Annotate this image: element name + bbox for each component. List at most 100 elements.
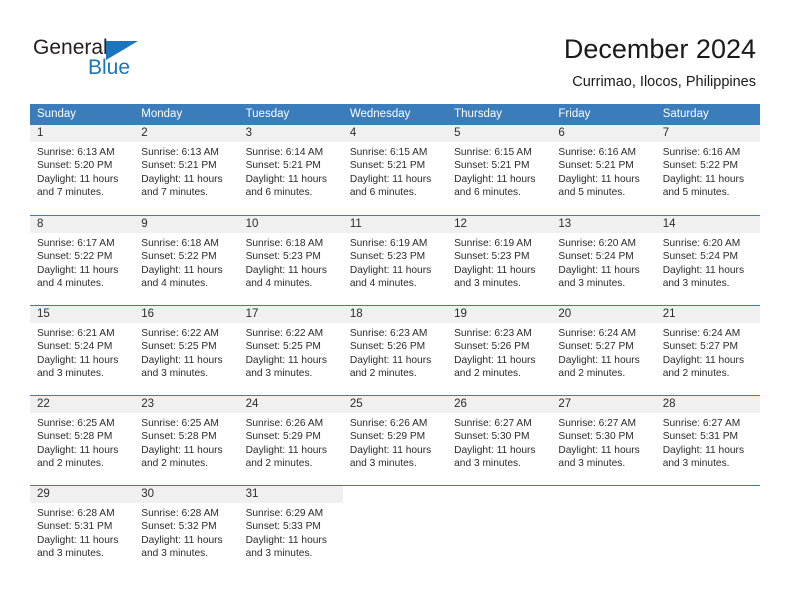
- sunrise-text: Sunrise: 6:21 AM: [37, 328, 115, 339]
- sunset-text: Sunset: 5:23 PM: [245, 251, 321, 263]
- day-cell[interactable]: 20 Sunrise: 6:24 AM Sunset: 5:27 PM Dayligh…: [551, 306, 656, 395]
- day-cell[interactable]: 26 Sunrise: 6:27 AM Sunset: 5:30 PM Dayligh…: [447, 396, 552, 485]
- day-number: [551, 486, 655, 503]
- sunset-text: Sunset: 5:24 PM: [558, 251, 634, 263]
- day-number: 29: [30, 486, 135, 503]
- day-info: Sunrise: 6:23 AM Sunset: 5:26 PM Daylight:…: [343, 323, 447, 380]
- sunrise-text: Sunrise: 6:26 AM: [349, 418, 428, 429]
- day-cell[interactable]: 14 Sunrise: 6:20 AM Sunset: 5:24 PM Dayligh…: [655, 216, 760, 305]
- day-number: 26: [447, 396, 552, 413]
- day-cell[interactable]: 28 Sunrise: 6:27 AM Sunset: 5:31 PM Dayligh…: [655, 396, 760, 485]
- day-cell[interactable]: 10 Sunrise: 6:18 AM Sunset: 5:23 PM Dayligh…: [238, 216, 343, 305]
- day-cell[interactable]: 13 Sunrise: 6:20 AM Sunset: 5:24 PM Dayligh…: [551, 216, 656, 305]
- daylight-text-line1: Daylight: 11 hours: [245, 444, 327, 456]
- day-info: Sunrise: 6:23 AM Sunset: 5:26 PM Daylight:…: [447, 323, 551, 380]
- day-info: Sunrise: 6:18 AM Sunset: 5:22 PM Daylight:…: [134, 233, 238, 290]
- day-cell[interactable]: 17 Sunrise: 6:22 AM Sunset: 5:25 PM Dayligh…: [238, 306, 343, 395]
- daylight-text-line1: Daylight: 11 hours: [349, 354, 432, 366]
- day-cell-empty: [447, 486, 551, 575]
- daylight-text-line1: Daylight: 11 hours: [558, 444, 640, 456]
- day-cell[interactable]: 2 Sunrise: 6:13 AM Sunset: 5:21 PM Daylight…: [134, 125, 239, 215]
- brand-logo[interactable]: General Blue: [33, 36, 233, 86]
- sunrise-text: Sunrise: 6:13 AM: [141, 147, 219, 158]
- sunset-text: Sunset: 5:25 PM: [245, 341, 321, 353]
- day-cell[interactable]: 16 Sunrise: 6:22 AM Sunset: 5:25 PM Dayligh…: [134, 306, 239, 395]
- day-cell[interactable]: 6 Sunrise: 6:16 AM Sunset: 5:21 PM Daylight…: [551, 125, 656, 215]
- day-number: 22: [30, 396, 135, 413]
- sunrise-text: Sunrise: 6:27 AM: [558, 418, 636, 429]
- daylight-text-line2: and 7 minutes.: [37, 186, 104, 198]
- day-info: [551, 503, 655, 507]
- day-cell[interactable]: 31 Sunrise: 6:29 AM Sunset: 5:33 PM Dayligh…: [238, 486, 343, 575]
- sunrise-text: Sunrise: 6:18 AM: [141, 238, 219, 249]
- sunrise-text: Sunrise: 6:20 AM: [662, 238, 741, 249]
- daylight-text-line2: and 6 minutes.: [349, 186, 417, 198]
- sunrise-text: Sunrise: 6:22 AM: [141, 328, 219, 339]
- day-number: 28: [655, 396, 760, 413]
- day-number: 2: [134, 125, 239, 142]
- day-cell[interactable]: 7 Sunrise: 6:16 AM Sunset: 5:22 PM Daylight…: [655, 125, 760, 215]
- day-info: Sunrise: 6:14 AM Sunset: 5:21 PM Daylight:…: [239, 142, 343, 199]
- day-cell[interactable]: 24 Sunrise: 6:26 AM Sunset: 5:29 PM Dayligh…: [238, 396, 343, 485]
- sunrise-text: Sunrise: 6:24 AM: [662, 328, 741, 339]
- sunset-text: Sunset: 5:21 PM: [141, 160, 217, 172]
- day-number: 30: [134, 486, 239, 503]
- daylight-text-line2: and 3 minutes.: [662, 277, 730, 289]
- daylight-text-line2: and 3 minutes.: [37, 547, 104, 559]
- sunset-text: Sunset: 5:29 PM: [349, 431, 426, 443]
- day-cell[interactable]: 30 Sunrise: 6:28 AM Sunset: 5:32 PM Dayligh…: [134, 486, 239, 575]
- day-cell[interactable]: 9 Sunrise: 6:18 AM Sunset: 5:22 PM Daylight…: [134, 216, 239, 305]
- week-row: 22 Sunrise: 6:25 AM Sunset: 5:28 PM Dayligh…: [30, 395, 760, 485]
- day-cell[interactable]: 5 Sunrise: 6:15 AM Sunset: 5:21 PM Daylight…: [447, 125, 552, 215]
- sunset-text: Sunset: 5:23 PM: [454, 251, 530, 263]
- day-number: 3: [238, 125, 343, 142]
- day-cell[interactable]: 19 Sunrise: 6:23 AM Sunset: 5:26 PM Dayligh…: [447, 306, 552, 395]
- day-info: Sunrise: 6:20 AM Sunset: 5:24 PM Daylight:…: [551, 233, 655, 290]
- day-number: 16: [134, 306, 239, 323]
- day-number: 21: [655, 306, 760, 323]
- sunset-text: Sunset: 5:23 PM: [349, 251, 426, 263]
- day-cell[interactable]: 1 Sunrise: 6:13 AM Sunset: 5:20 PM Daylight…: [30, 125, 135, 215]
- day-cell[interactable]: 12 Sunrise: 6:19 AM Sunset: 5:23 PM Dayligh…: [447, 216, 552, 305]
- day-number: 14: [655, 216, 760, 233]
- sunrise-text: Sunrise: 6:27 AM: [454, 418, 532, 429]
- day-number: 5: [447, 125, 552, 142]
- day-cell[interactable]: 25 Sunrise: 6:26 AM Sunset: 5:29 PM Dayligh…: [342, 396, 448, 485]
- day-cell[interactable]: 21 Sunrise: 6:24 AM Sunset: 5:27 PM Dayligh…: [655, 306, 760, 395]
- day-cell[interactable]: 23 Sunrise: 6:25 AM Sunset: 5:28 PM Dayligh…: [134, 396, 239, 485]
- title-block: December 2024 Currimao, Ilocos, Philippi…: [564, 32, 756, 91]
- day-cell[interactable]: 22 Sunrise: 6:25 AM Sunset: 5:28 PM Dayligh…: [30, 396, 135, 485]
- day-cell[interactable]: 4 Sunrise: 6:15 AM Sunset: 5:21 PM Daylight…: [342, 125, 448, 215]
- daylight-text-line1: Daylight: 11 hours: [141, 264, 223, 276]
- sunrise-text: Sunrise: 6:17 AM: [37, 238, 115, 249]
- day-cell[interactable]: 15 Sunrise: 6:21 AM Sunset: 5:24 PM Dayligh…: [30, 306, 135, 395]
- day-number: 24: [238, 396, 343, 413]
- day-info: Sunrise: 6:13 AM Sunset: 5:21 PM Daylight:…: [134, 142, 238, 199]
- daylight-text-line1: Daylight: 11 hours: [662, 173, 745, 185]
- daylight-text-line2: and 3 minutes.: [245, 367, 313, 379]
- day-info: Sunrise: 6:16 AM Sunset: 5:22 PM Daylight:…: [656, 142, 760, 199]
- sunset-text: Sunset: 5:21 PM: [558, 160, 634, 172]
- sunrise-text: Sunrise: 6:25 AM: [141, 418, 219, 429]
- day-info: Sunrise: 6:27 AM Sunset: 5:30 PM Daylight:…: [551, 413, 655, 470]
- day-number: 1: [30, 125, 135, 142]
- daylight-text-line1: Daylight: 11 hours: [245, 354, 327, 366]
- sunrise-text: Sunrise: 6:27 AM: [662, 418, 741, 429]
- day-cell[interactable]: 11 Sunrise: 6:19 AM Sunset: 5:23 PM Dayligh…: [342, 216, 448, 305]
- sunrise-text: Sunrise: 6:15 AM: [349, 147, 428, 158]
- day-cell[interactable]: 3 Sunrise: 6:14 AM Sunset: 5:21 PM Daylight…: [238, 125, 343, 215]
- week-row: 29 Sunrise: 6:28 AM Sunset: 5:31 PM Dayligh…: [30, 485, 760, 575]
- sunset-text: Sunset: 5:21 PM: [454, 160, 530, 172]
- day-info: Sunrise: 6:15 AM Sunset: 5:21 PM Daylight:…: [447, 142, 551, 199]
- sunrise-text: Sunrise: 6:14 AM: [245, 147, 324, 158]
- day-cell-empty: [656, 486, 760, 575]
- day-cell[interactable]: 29 Sunrise: 6:28 AM Sunset: 5:31 PM Dayligh…: [30, 486, 135, 575]
- day-cell[interactable]: 8 Sunrise: 6:17 AM Sunset: 5:22 PM Daylight…: [30, 216, 135, 305]
- daylight-text-line1: Daylight: 11 hours: [558, 354, 640, 366]
- day-cell[interactable]: 27 Sunrise: 6:27 AM Sunset: 5:30 PM Dayligh…: [551, 396, 656, 485]
- day-info: Sunrise: 6:19 AM Sunset: 5:23 PM Daylight:…: [447, 233, 551, 290]
- sunrise-text: Sunrise: 6:16 AM: [662, 147, 741, 158]
- daylight-text-line1: Daylight: 11 hours: [662, 264, 745, 276]
- day-cell[interactable]: 18 Sunrise: 6:23 AM Sunset: 5:26 PM Dayligh…: [342, 306, 448, 395]
- sunrise-text: Sunrise: 6:29 AM: [245, 508, 324, 519]
